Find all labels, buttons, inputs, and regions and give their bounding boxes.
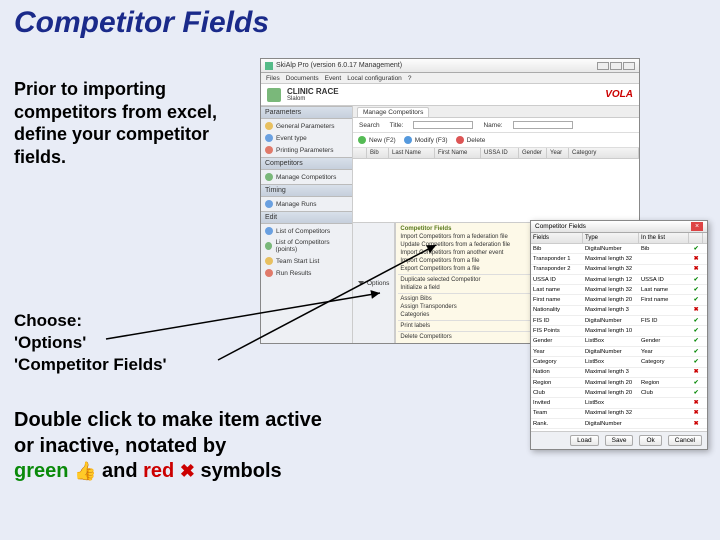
sidebar: Parameters General Parameters Event type… (261, 106, 353, 343)
sidebar-item-manage-runs[interactable]: Manage Runs (263, 199, 350, 209)
choose-l2: 'Options' (14, 332, 167, 354)
tab-manage-competitors[interactable]: Manage Competitors (357, 107, 429, 117)
field-row[interactable]: InfoText✖ (531, 429, 707, 430)
field-row[interactable]: Transponder 1Maximal length 32✖ (531, 254, 707, 264)
modify-button[interactable]: Modify (F3) (404, 136, 448, 144)
menu-help[interactable]: ? (408, 75, 412, 82)
competitor-table: Bib Last Name First Name USSA ID Gender … (353, 148, 639, 222)
sidebar-item-manage-competitors[interactable]: Manage Competitors (263, 172, 350, 182)
intro-text: Prior to importing competitors from exce… (14, 78, 234, 168)
sidebar-item-list[interactable]: List of Competitors (263, 226, 350, 236)
dialog-close-button[interactable]: × (691, 222, 703, 231)
field-row[interactable]: First nameMaximal length 20First name✔ (531, 295, 707, 305)
search-name-input[interactable] (513, 121, 573, 129)
field-row[interactable]: RegionMaximal length 20Region✔ (531, 378, 707, 388)
race-name: CLINIC RACE (287, 87, 339, 96)
dbl-l2: or inactive, notated by (14, 434, 322, 460)
field-row[interactable]: Transponder 2Maximal length 32✖ (531, 265, 707, 275)
slide-title: Competitor Fields (14, 6, 269, 40)
app-icon (265, 62, 273, 70)
field-row[interactable]: NationMaximal length 3✖ (531, 368, 707, 378)
choose-l1: Choose: (14, 310, 167, 332)
search-bar: Search Title: Name: (353, 118, 639, 133)
field-row[interactable]: Rank.DigitalNumber✖ (531, 419, 707, 429)
dialog-rows: BibDigitalNumberBib✔Transponder 1Maximal… (531, 244, 707, 430)
field-row[interactable]: YearDigitalNumberYear✔ (531, 347, 707, 357)
field-row[interactable]: BibDigitalNumberBib✔ (531, 244, 707, 254)
green-word: green (14, 460, 74, 482)
menu-localconfig[interactable]: Local configuration (347, 75, 402, 82)
section-competitors: Competitors (261, 157, 352, 170)
sidebar-item-team-startlist[interactable]: Team Start List (263, 256, 350, 266)
field-row[interactable]: ClubMaximal length 20Club✔ (531, 388, 707, 398)
dialog-footer: Load Save Ok Cancel (531, 431, 707, 449)
field-row[interactable]: GenderListBoxGender✔ (531, 337, 707, 347)
dbl-l3: green 👍 and red ✖ symbols (14, 459, 322, 485)
app-header: CLINIC RACE Slalom VOLA (261, 84, 639, 106)
dbl-l1: Double click to make item active (14, 408, 322, 434)
table-header: Bib Last Name First Name USSA ID Gender … (353, 148, 639, 159)
sidebar-item-general[interactable]: General Parameters (263, 121, 350, 131)
max-button[interactable] (610, 62, 622, 70)
menu-event[interactable]: Event (325, 75, 342, 82)
sidebar-item-list-points[interactable]: List of Competitors (points) (263, 238, 350, 254)
field-row[interactable]: Last nameMaximal length 32Last name✔ (531, 285, 707, 295)
race-logo-icon (267, 88, 281, 102)
competitor-fields-dialog: Competitor Fields × Fields Type In the l… (530, 220, 708, 450)
close-button[interactable] (623, 62, 635, 70)
save-button[interactable]: Save (605, 435, 634, 446)
field-row[interactable]: CategoryListBoxCategory✔ (531, 357, 707, 367)
window-buttons (597, 62, 635, 70)
dialog-header: Fields Type In the list (531, 233, 707, 244)
min-button[interactable] (597, 62, 609, 70)
ok-button[interactable]: Ok (639, 435, 661, 446)
menu-documents[interactable]: Documents (286, 75, 319, 82)
window-title: SkiAlp Pro (version 6.0.17 Management) (276, 62, 402, 69)
field-row[interactable]: FIS PointsMaximal length 10✔ (531, 326, 707, 336)
choose-block: Choose: 'Options' 'Competitor Fields' (14, 310, 167, 375)
new-button[interactable]: New (F2) (358, 136, 396, 144)
options-button[interactable]: Options (353, 223, 395, 343)
delete-button[interactable]: Delete (456, 136, 486, 144)
field-row[interactable]: USSA IDMaximal length 12USSA ID✔ (531, 275, 707, 285)
sidebar-item-eventtype[interactable]: Event type (263, 133, 350, 143)
field-row[interactable]: TeamMaximal length 32✖ (531, 409, 707, 419)
and-word: and (102, 460, 143, 482)
sidebar-item-printing[interactable]: Printing Parameters (263, 145, 350, 155)
tabbar: Manage Competitors (353, 106, 639, 118)
search-label: Search (359, 122, 380, 129)
search-name-label: Name: (483, 122, 502, 129)
load-button[interactable]: Load (570, 435, 598, 446)
search-title-input[interactable] (413, 121, 473, 129)
titlebar: SkiAlp Pro (version 6.0.17 Management) (261, 59, 639, 73)
search-title-label: Title: (390, 122, 404, 129)
doubleclick-block: Double click to make item active or inac… (14, 408, 322, 485)
section-parameters: Parameters (261, 106, 352, 119)
section-timing: Timing (261, 184, 352, 197)
menubar: Files Documents Event Local configuratio… (261, 73, 639, 84)
section-edit: Edit (261, 211, 352, 224)
red-word: red (143, 460, 180, 482)
race-sub: Slalom (287, 96, 339, 102)
hand-icon: 👍 (74, 461, 96, 481)
symbols-word: symbols (195, 460, 282, 482)
field-row[interactable]: NationalityMaximal length 3✖ (531, 306, 707, 316)
field-row[interactable]: InvitedListBox✖ (531, 398, 707, 408)
field-row[interactable]: FIS IDDigitalNumberFIS ID✔ (531, 316, 707, 326)
cancel-button[interactable]: Cancel (668, 435, 702, 446)
menu-files[interactable]: Files (266, 75, 280, 82)
sidebar-item-run-results[interactable]: Run Results (263, 268, 350, 278)
chevron-down-icon (358, 281, 364, 285)
vola-logo: VOLA (605, 89, 633, 100)
x-icon: ✖ (180, 461, 195, 481)
dialog-titlebar: Competitor Fields × (531, 221, 707, 233)
dialog-title: Competitor Fields (535, 223, 586, 230)
choose-l3: 'Competitor Fields' (14, 354, 167, 376)
